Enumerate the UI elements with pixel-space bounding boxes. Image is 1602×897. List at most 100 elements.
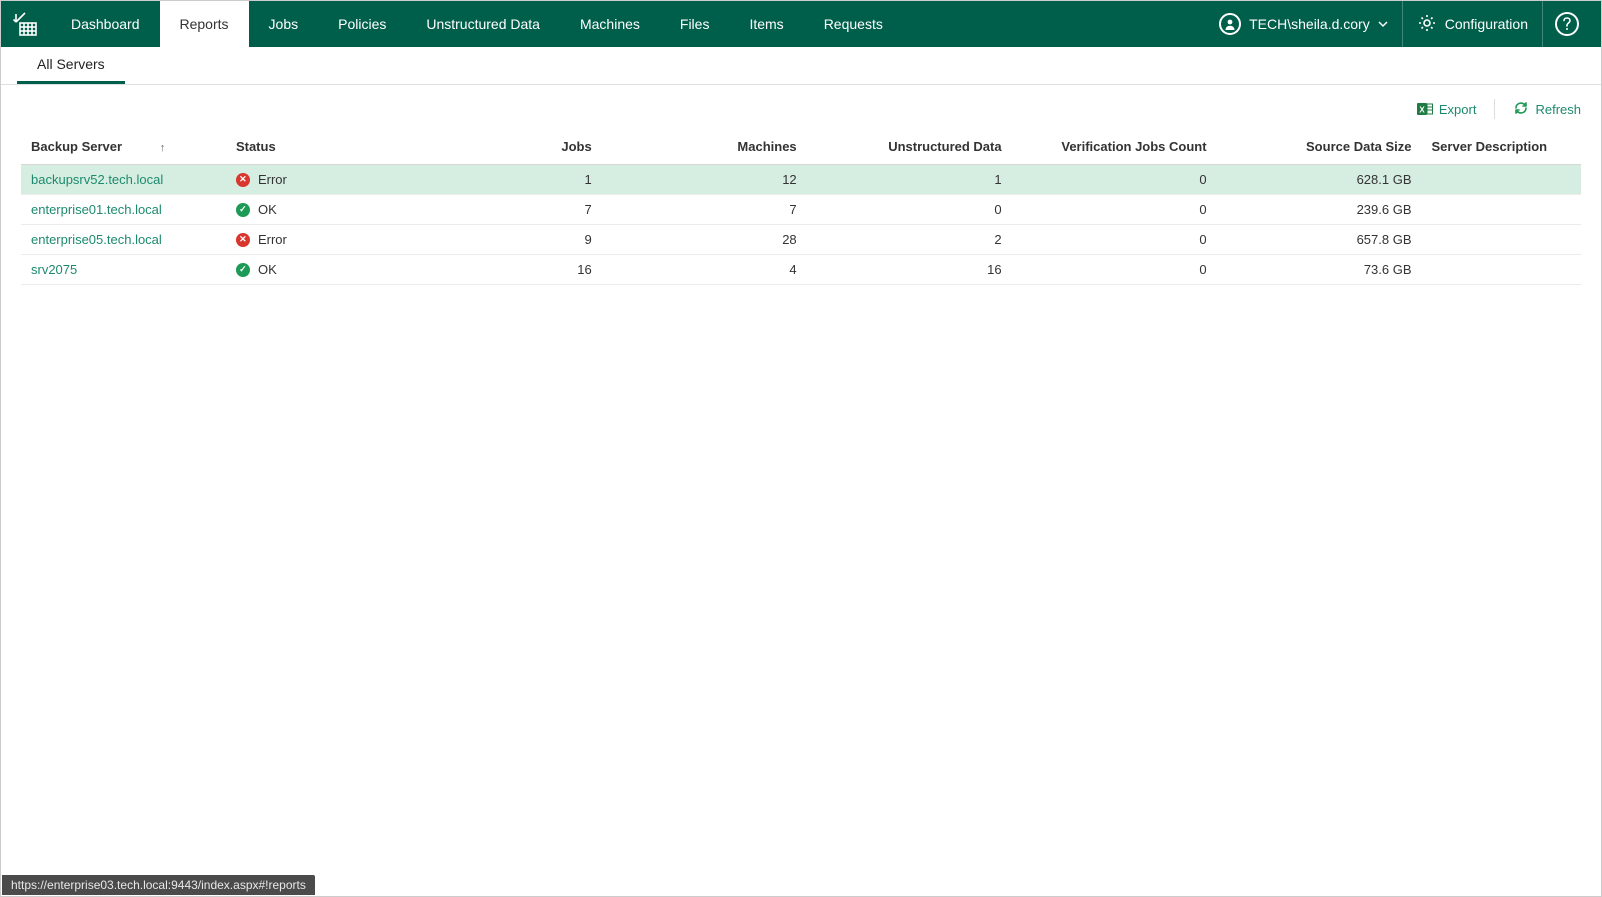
cell-source-size: 657.8 GB bbox=[1217, 225, 1422, 255]
col-source-size[interactable]: Source Data Size bbox=[1217, 129, 1422, 165]
col-verification[interactable]: Verification Jobs Count bbox=[1012, 129, 1217, 165]
help-button[interactable] bbox=[1542, 1, 1591, 47]
col-jobs[interactable]: Jobs bbox=[408, 129, 602, 165]
sub-tab-bar: All Servers bbox=[1, 47, 1601, 85]
nav-tab-label: Jobs bbox=[269, 16, 299, 32]
nav-tab-reports[interactable]: Reports bbox=[160, 1, 249, 47]
server-link[interactable]: srv2075 bbox=[31, 262, 77, 277]
cell-source-size: 73.6 GB bbox=[1217, 255, 1422, 285]
configuration-button[interactable]: Configuration bbox=[1402, 1, 1542, 47]
col-backup-server[interactable]: Backup Server ↑ bbox=[21, 129, 226, 165]
nav-tab-label: Requests bbox=[824, 16, 883, 32]
nav-tab-machines[interactable]: Machines bbox=[560, 1, 660, 47]
cell-description bbox=[1422, 225, 1581, 255]
col-jobs-label: Jobs bbox=[561, 139, 591, 154]
col-backup-server-label: Backup Server bbox=[31, 139, 122, 154]
nav-tab-policies[interactable]: Policies bbox=[318, 1, 406, 47]
col-unstructured-label: Unstructured Data bbox=[888, 139, 1001, 154]
gear-icon bbox=[1417, 13, 1437, 36]
col-description[interactable]: Server Description bbox=[1422, 129, 1581, 165]
cell-source-size: 628.1 GB bbox=[1217, 165, 1422, 195]
cell-jobs: 16 bbox=[408, 255, 602, 285]
nav-tab-requests[interactable]: Requests bbox=[804, 1, 903, 47]
refresh-label: Refresh bbox=[1535, 102, 1581, 117]
app-logo[interactable] bbox=[1, 1, 51, 47]
nav-tab-label: Items bbox=[749, 16, 783, 32]
servers-table: Backup Server ↑ Status Jobs Machines Uns… bbox=[21, 129, 1581, 285]
table-row[interactable]: backupsrv52.tech.local✕Error11210628.1 G… bbox=[21, 165, 1581, 195]
cell-machines: 7 bbox=[602, 195, 807, 225]
cell-description bbox=[1422, 195, 1581, 225]
user-icon bbox=[1219, 13, 1241, 35]
nav-tab-unstructured-data[interactable]: Unstructured Data bbox=[406, 1, 560, 47]
subtab-label: All Servers bbox=[37, 56, 105, 72]
server-link[interactable]: enterprise05.tech.local bbox=[31, 232, 162, 247]
nav-tab-files[interactable]: Files bbox=[660, 1, 730, 47]
table-row[interactable]: srv2075✓OK16416073.6 GB bbox=[21, 255, 1581, 285]
status-bar-url: https://enterprise03.tech.local:9443/ind… bbox=[11, 878, 306, 892]
col-status[interactable]: Status bbox=[226, 129, 408, 165]
cell-machines: 28 bbox=[602, 225, 807, 255]
col-description-label: Server Description bbox=[1432, 139, 1548, 154]
export-label: Export bbox=[1439, 102, 1477, 117]
cell-backup-server: backupsrv52.tech.local bbox=[21, 165, 226, 195]
col-status-label: Status bbox=[236, 139, 276, 154]
cell-unstructured: 0 bbox=[807, 195, 1012, 225]
table-row[interactable]: enterprise01.tech.local✓OK7700239.6 GB bbox=[21, 195, 1581, 225]
server-link[interactable]: backupsrv52.tech.local bbox=[31, 172, 163, 187]
refresh-icon bbox=[1513, 100, 1529, 119]
status-text: OK bbox=[258, 202, 277, 217]
nav-tab-dashboard[interactable]: Dashboard bbox=[51, 1, 160, 47]
user-label: TECH\sheila.d.cory bbox=[1249, 16, 1370, 32]
configuration-label: Configuration bbox=[1445, 16, 1528, 32]
user-menu[interactable]: TECH\sheila.d.cory bbox=[1205, 1, 1402, 47]
nav-tab-label: Machines bbox=[580, 16, 640, 32]
cell-backup-server: srv2075 bbox=[21, 255, 226, 285]
cell-description bbox=[1422, 255, 1581, 285]
ok-icon: ✓ bbox=[236, 263, 250, 277]
cell-description bbox=[1422, 165, 1581, 195]
col-machines-label: Machines bbox=[737, 139, 796, 154]
cell-verification: 0 bbox=[1012, 165, 1217, 195]
cell-machines: 4 bbox=[602, 255, 807, 285]
nav-tab-items[interactable]: Items bbox=[729, 1, 803, 47]
cell-status: ✓ OK bbox=[226, 255, 408, 285]
cell-unstructured: 16 bbox=[807, 255, 1012, 285]
sort-ascending-icon: ↑ bbox=[160, 142, 166, 154]
nav-tab-label: Unstructured Data bbox=[426, 16, 540, 32]
col-unstructured[interactable]: Unstructured Data bbox=[807, 129, 1012, 165]
status-text: OK bbox=[258, 262, 277, 277]
nav-tab-label: Reports bbox=[180, 16, 229, 32]
nav-tab-jobs[interactable]: Jobs bbox=[249, 1, 319, 47]
cell-backup-server: enterprise05.tech.local bbox=[21, 225, 226, 255]
cell-unstructured: 1 bbox=[807, 165, 1012, 195]
svg-text:X: X bbox=[1419, 106, 1425, 115]
error-icon: ✕ bbox=[236, 173, 250, 187]
nav-tabs: Dashboard Reports Jobs Policies Unstructured… bbox=[51, 1, 903, 47]
chevron-down-icon bbox=[1378, 16, 1388, 32]
cell-unstructured: 2 bbox=[807, 225, 1012, 255]
col-machines[interactable]: Machines bbox=[602, 129, 807, 165]
export-button[interactable]: X Export bbox=[1417, 101, 1477, 117]
cell-source-size: 239.6 GB bbox=[1217, 195, 1422, 225]
help-icon bbox=[1555, 12, 1579, 36]
server-link[interactable]: enterprise01.tech.local bbox=[31, 202, 162, 217]
table-row[interactable]: enterprise05.tech.local✕Error92820657.8 … bbox=[21, 225, 1581, 255]
cell-verification: 0 bbox=[1012, 195, 1217, 225]
ok-icon: ✓ bbox=[236, 203, 250, 217]
col-verification-label: Verification Jobs Count bbox=[1061, 139, 1206, 154]
toolbar-separator bbox=[1494, 99, 1495, 119]
refresh-button[interactable]: Refresh bbox=[1513, 100, 1581, 119]
browser-status-bar: https://enterprise03.tech.local:9443/ind… bbox=[2, 875, 315, 895]
top-nav-bar: Dashboard Reports Jobs Policies Unstructured… bbox=[1, 1, 1601, 47]
nav-tab-label: Files bbox=[680, 16, 710, 32]
status-text: Error bbox=[258, 172, 287, 187]
subtab-all-servers[interactable]: All Servers bbox=[17, 47, 125, 84]
topbar-right: TECH\sheila.d.cory Configuration bbox=[1205, 1, 1601, 47]
nav-tab-label: Dashboard bbox=[71, 16, 140, 32]
cell-verification: 0 bbox=[1012, 255, 1217, 285]
error-icon: ✕ bbox=[236, 233, 250, 247]
servers-table-wrap: Backup Server ↑ Status Jobs Machines Uns… bbox=[1, 129, 1601, 285]
cell-verification: 0 bbox=[1012, 225, 1217, 255]
cell-status: ✓ OK bbox=[226, 195, 408, 225]
